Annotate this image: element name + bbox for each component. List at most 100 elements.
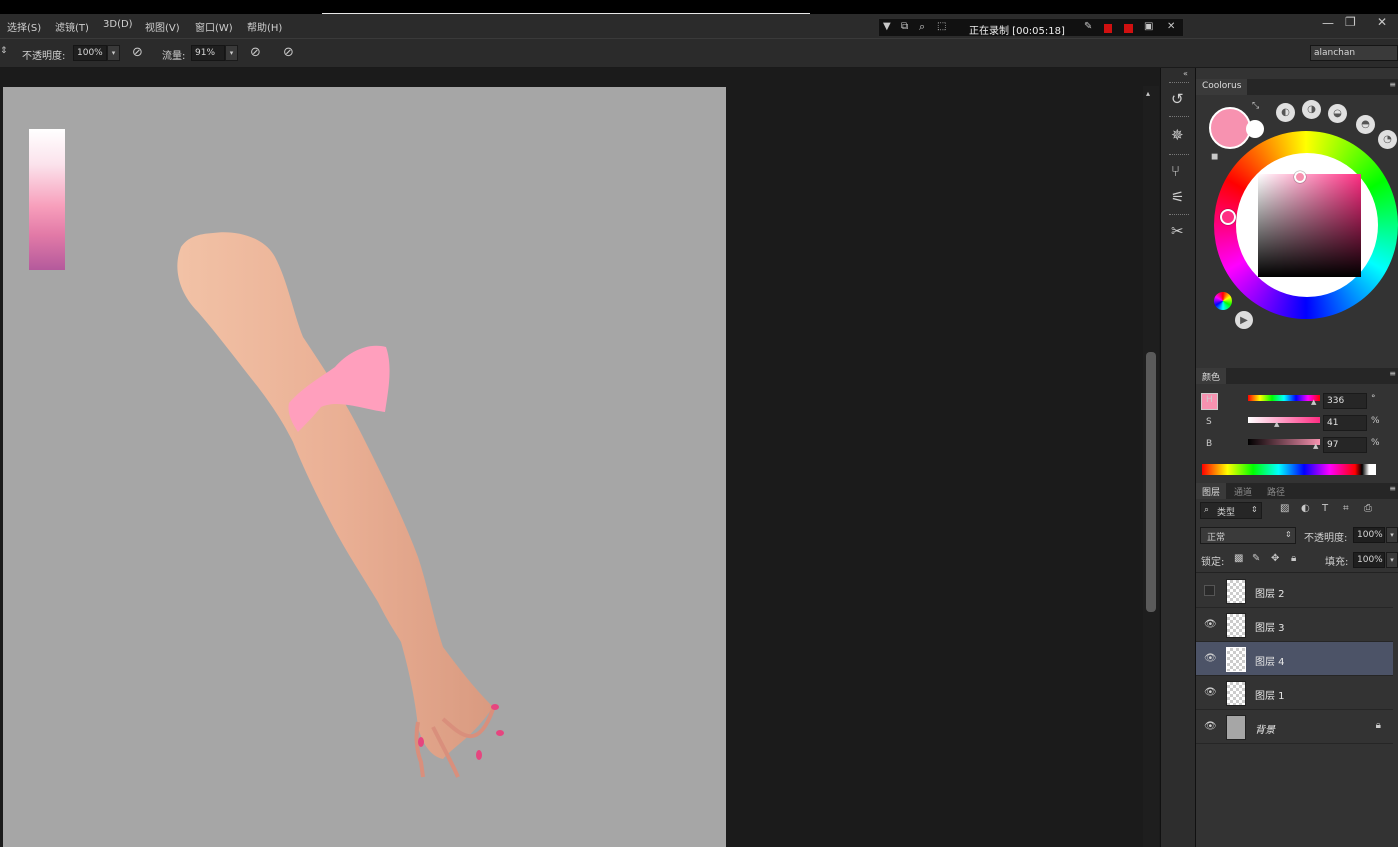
layer-filter-select[interactable]: ⌕ 类型 ⇕ <box>1200 502 1262 519</box>
color-harmony-icon[interactable] <box>1214 292 1232 310</box>
layer-opacity-input[interactable]: 100% <box>1353 527 1385 543</box>
pressure-opacity-icon[interactable]: ⊘ <box>132 46 143 59</box>
tool-preset-arrow-icon[interactable]: ⇕ <box>0 47 8 56</box>
opacity-input[interactable]: 100% <box>73 45 107 61</box>
b-value[interactable]: 97 <box>1323 437 1367 453</box>
lock-position-icon[interactable]: ✥ <box>1271 554 1279 564</box>
visibility-toggle[interactable] <box>1204 585 1215 596</box>
tab-coolorus[interactable]: Coolorus <box>1196 79 1248 95</box>
h-value[interactable]: 336 <box>1323 393 1367 409</box>
workspace-selector[interactable]: alanchan <box>1310 45 1398 61</box>
dock-grip[interactable] <box>1169 82 1189 84</box>
blend-mode-select[interactable]: 正常 ⇕ <box>1200 527 1296 544</box>
layer-row[interactable]: 👁︎ 图层 1 <box>1196 676 1393 710</box>
mode-button-3[interactable]: ◒ <box>1328 104 1347 123</box>
h-slider-thumb[interactable]: ▲ <box>1311 399 1316 406</box>
dock-grip[interactable] <box>1169 214 1189 216</box>
history-icon[interactable]: ↺ <box>1171 90 1184 108</box>
saturation-brightness-square[interactable] <box>1258 174 1361 277</box>
menu-window[interactable]: 窗口(W) <box>195 19 233 34</box>
menu-help[interactable]: 帮助(H) <box>247 19 282 34</box>
mode-button-4[interactable]: ◓ <box>1356 115 1375 134</box>
eye-icon[interactable]: 👁︎ <box>1204 687 1217 699</box>
eye-icon[interactable]: 👁︎ <box>1204 619 1217 631</box>
lock-all-icon[interactable]: 🔒︎ <box>1291 554 1296 564</box>
smart-object-filter-icon[interactable]: ⎙ <box>1364 504 1372 514</box>
mode-button-1[interactable]: ◐ <box>1276 103 1295 122</box>
eye-icon[interactable]: 👁︎ <box>1204 653 1217 665</box>
pause-icon[interactable] <box>1104 24 1112 33</box>
pressure-size-icon[interactable]: ⊘ <box>283 46 294 59</box>
layers-panel-menu-icon[interactable]: ≡ <box>1389 485 1396 493</box>
menu-select[interactable]: 选择(S) <box>7 19 41 34</box>
tab-layers[interactable]: 图层 <box>1196 483 1227 499</box>
menu-3d[interactable]: 3D(D) <box>103 19 133 30</box>
s-slider[interactable] <box>1248 417 1320 423</box>
window-restore-icon[interactable]: ⧉ <box>901 22 908 32</box>
h-slider[interactable] <box>1248 395 1320 401</box>
lock-transparent-icon[interactable]: ▩ <box>1234 554 1243 564</box>
b-slider[interactable] <box>1248 439 1320 445</box>
layer-opacity-dropdown[interactable]: ▾ <box>1386 527 1398 543</box>
close-icon[interactable]: ✕ <box>1167 22 1175 32</box>
camera-icon[interactable]: ▣ <box>1144 22 1153 32</box>
sb-knob[interactable] <box>1294 171 1306 183</box>
default-colors-icon[interactable]: ◼ <box>1211 153 1218 162</box>
lock-pixels-icon[interactable]: ✎ <box>1252 554 1260 564</box>
layers-panel-header: 图层 通道 路径 ≡ <box>1196 483 1398 499</box>
navigator-icon[interactable]: ✵ <box>1171 126 1184 144</box>
scroll-up-icon[interactable]: ▴ <box>1146 90 1150 98</box>
dropdown-triangle-icon[interactable]: ▼ <box>883 22 891 32</box>
tools-icon[interactable]: ✂ <box>1171 222 1184 240</box>
layer-row-selected[interactable]: 👁︎ 图层 4 <box>1196 642 1393 676</box>
fill-dropdown[interactable]: ▾ <box>1386 552 1398 568</box>
fill-input[interactable]: 100% <box>1353 552 1385 568</box>
panel-menu-icon[interactable]: ≡ <box>1389 81 1396 89</box>
s-value[interactable]: 41 <box>1323 415 1367 431</box>
restore-icon[interactable]: ❐ <box>1345 16 1356 28</box>
flow-dropdown[interactable]: ▾ <box>225 45 238 61</box>
zoom-icon[interactable]: ⌕ <box>919 21 925 32</box>
layer-row[interactable]: 👁︎ 图层 3 <box>1196 608 1393 642</box>
nail-1 <box>418 737 424 747</box>
opacity-dropdown[interactable]: ▾ <box>107 45 120 61</box>
hue-knob[interactable] <box>1220 209 1236 225</box>
pen-icon[interactable]: ✎ <box>1084 22 1092 32</box>
mode-button-2[interactable]: ◑ <box>1302 100 1321 119</box>
play-icon[interactable]: ▶ <box>1235 311 1253 329</box>
stop-icon[interactable] <box>1124 24 1133 33</box>
tab-paths[interactable]: 路径 <box>1261 483 1291 499</box>
adjustment-filter-icon[interactable]: ◐ <box>1301 504 1310 514</box>
mode-button-5[interactable]: ◔ <box>1378 130 1397 149</box>
b-slider-thumb[interactable]: ▲ <box>1313 443 1318 450</box>
tab-channels[interactable]: 通道 <box>1228 483 1258 499</box>
tab-color[interactable]: 颜色 <box>1196 368 1227 384</box>
minimize-icon[interactable]: — <box>1322 17 1334 29</box>
brush-presets-icon[interactable]: ⑂ <box>1171 162 1180 180</box>
swap-colors-icon[interactable]: ⤡ <box>1252 102 1259 111</box>
dock-grip[interactable] <box>1169 154 1189 156</box>
menu-filter[interactable]: 滤镜(T) <box>55 19 89 34</box>
window-close-icon[interactable]: ✕ <box>1377 16 1387 28</box>
color-spectrum-bar[interactable] <box>1202 464 1376 475</box>
foreground-color-swatch[interactable] <box>1209 107 1251 149</box>
document-canvas[interactable] <box>3 87 726 847</box>
layer-row[interactable]: 图层 2 <box>1196 574 1393 608</box>
type-filter-icon[interactable]: T <box>1322 504 1328 514</box>
adjustments-icon[interactable]: ⚟ <box>1171 188 1184 206</box>
menu-view[interactable]: 视图(V) <box>145 19 180 34</box>
s-slider-thumb[interactable]: ▲ <box>1274 421 1279 428</box>
eye-icon[interactable]: 👁︎ <box>1204 721 1217 733</box>
layer-opacity-label: 不透明度: <box>1304 533 1348 544</box>
scroll-thumb[interactable] <box>1146 352 1156 612</box>
layer-row-background[interactable]: 👁︎ 背景 🔒︎ <box>1196 710 1393 744</box>
background-color-swatch[interactable] <box>1246 120 1264 138</box>
dock-grip[interactable] <box>1169 116 1189 118</box>
flow-input[interactable]: 91% <box>191 45 225 61</box>
shape-filter-icon[interactable]: ⌗ <box>1343 504 1349 514</box>
color-panel-menu-icon[interactable]: ≡ <box>1389 370 1396 378</box>
region-icon[interactable]: ⬚ <box>937 22 946 32</box>
collapse-arrows-icon[interactable]: « <box>1183 70 1188 78</box>
airbrush-icon[interactable]: ⊘ <box>250 46 261 59</box>
pixel-filter-icon[interactable]: ▨ <box>1280 504 1289 514</box>
